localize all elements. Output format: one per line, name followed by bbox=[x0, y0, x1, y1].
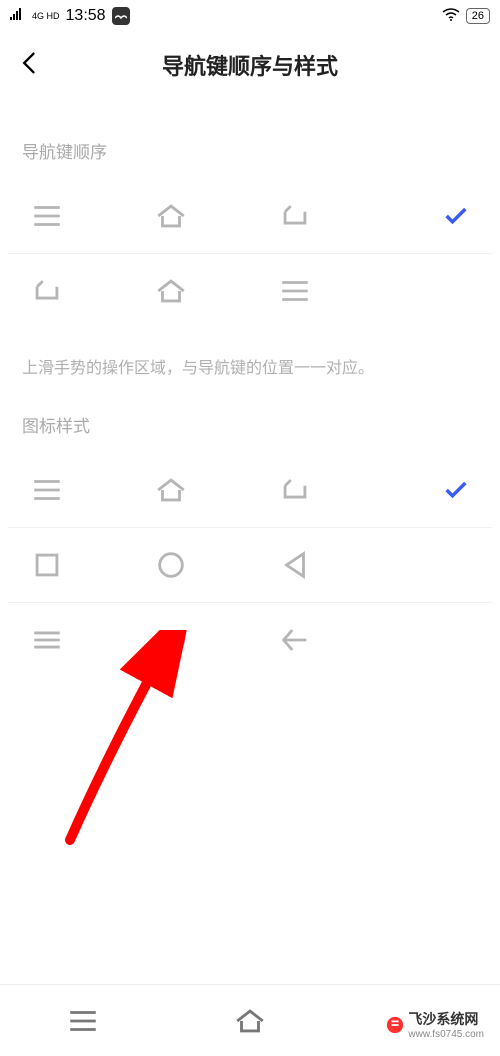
wifi-icon bbox=[442, 8, 460, 25]
app-indicator-icon bbox=[112, 7, 130, 25]
style-option-3[interactable] bbox=[8, 603, 492, 677]
back-button[interactable] bbox=[16, 49, 44, 82]
order-option-2[interactable] bbox=[8, 254, 492, 328]
check-icon bbox=[442, 476, 470, 504]
system-home-icon[interactable] bbox=[233, 1004, 267, 1038]
home-icon bbox=[154, 199, 188, 233]
watermark-text: 飞沙系统网 bbox=[408, 1011, 478, 1027]
style-option-2[interactable] bbox=[8, 528, 492, 603]
network-type: 4G HD bbox=[32, 12, 60, 21]
menu-icon bbox=[30, 473, 64, 507]
circle-icon bbox=[154, 548, 188, 582]
pill-icon bbox=[154, 623, 188, 657]
back-icon bbox=[278, 199, 312, 233]
signal-icon bbox=[10, 8, 26, 25]
page-title: 导航键顺序与样式 bbox=[162, 49, 338, 81]
order-option-1[interactable] bbox=[8, 179, 492, 254]
section-label-style: 图标样式 bbox=[0, 388, 500, 453]
home-icon bbox=[154, 274, 188, 308]
battery-indicator: 26 bbox=[466, 8, 490, 24]
back-icon bbox=[30, 274, 64, 308]
home-icon bbox=[154, 473, 188, 507]
menu-icon bbox=[30, 199, 64, 233]
menu-icon bbox=[278, 274, 312, 308]
triangle-icon bbox=[278, 548, 312, 582]
watermark-logo-icon bbox=[386, 1016, 404, 1034]
watermark: 飞沙系统网 www.fs0745.com bbox=[380, 1005, 490, 1044]
system-menu-icon[interactable] bbox=[66, 1004, 100, 1038]
back-icon bbox=[278, 473, 312, 507]
page-header: 导航键顺序与样式 bbox=[0, 32, 500, 98]
style-option-1[interactable] bbox=[8, 453, 492, 528]
status-bar: 4G HD 13:58 26 bbox=[0, 0, 500, 32]
check-icon bbox=[442, 202, 470, 230]
section-label-order: 导航键顺序 bbox=[0, 98, 500, 179]
thin-menu-icon bbox=[30, 623, 64, 657]
hint-text: 上滑手势的操作区域，与导航键的位置一一对应。 bbox=[0, 328, 500, 388]
watermark-url: www.fs0745.com bbox=[408, 1029, 484, 1040]
arrow-left-icon bbox=[278, 623, 312, 657]
status-time: 13:58 bbox=[66, 7, 106, 25]
square-icon bbox=[30, 548, 64, 582]
